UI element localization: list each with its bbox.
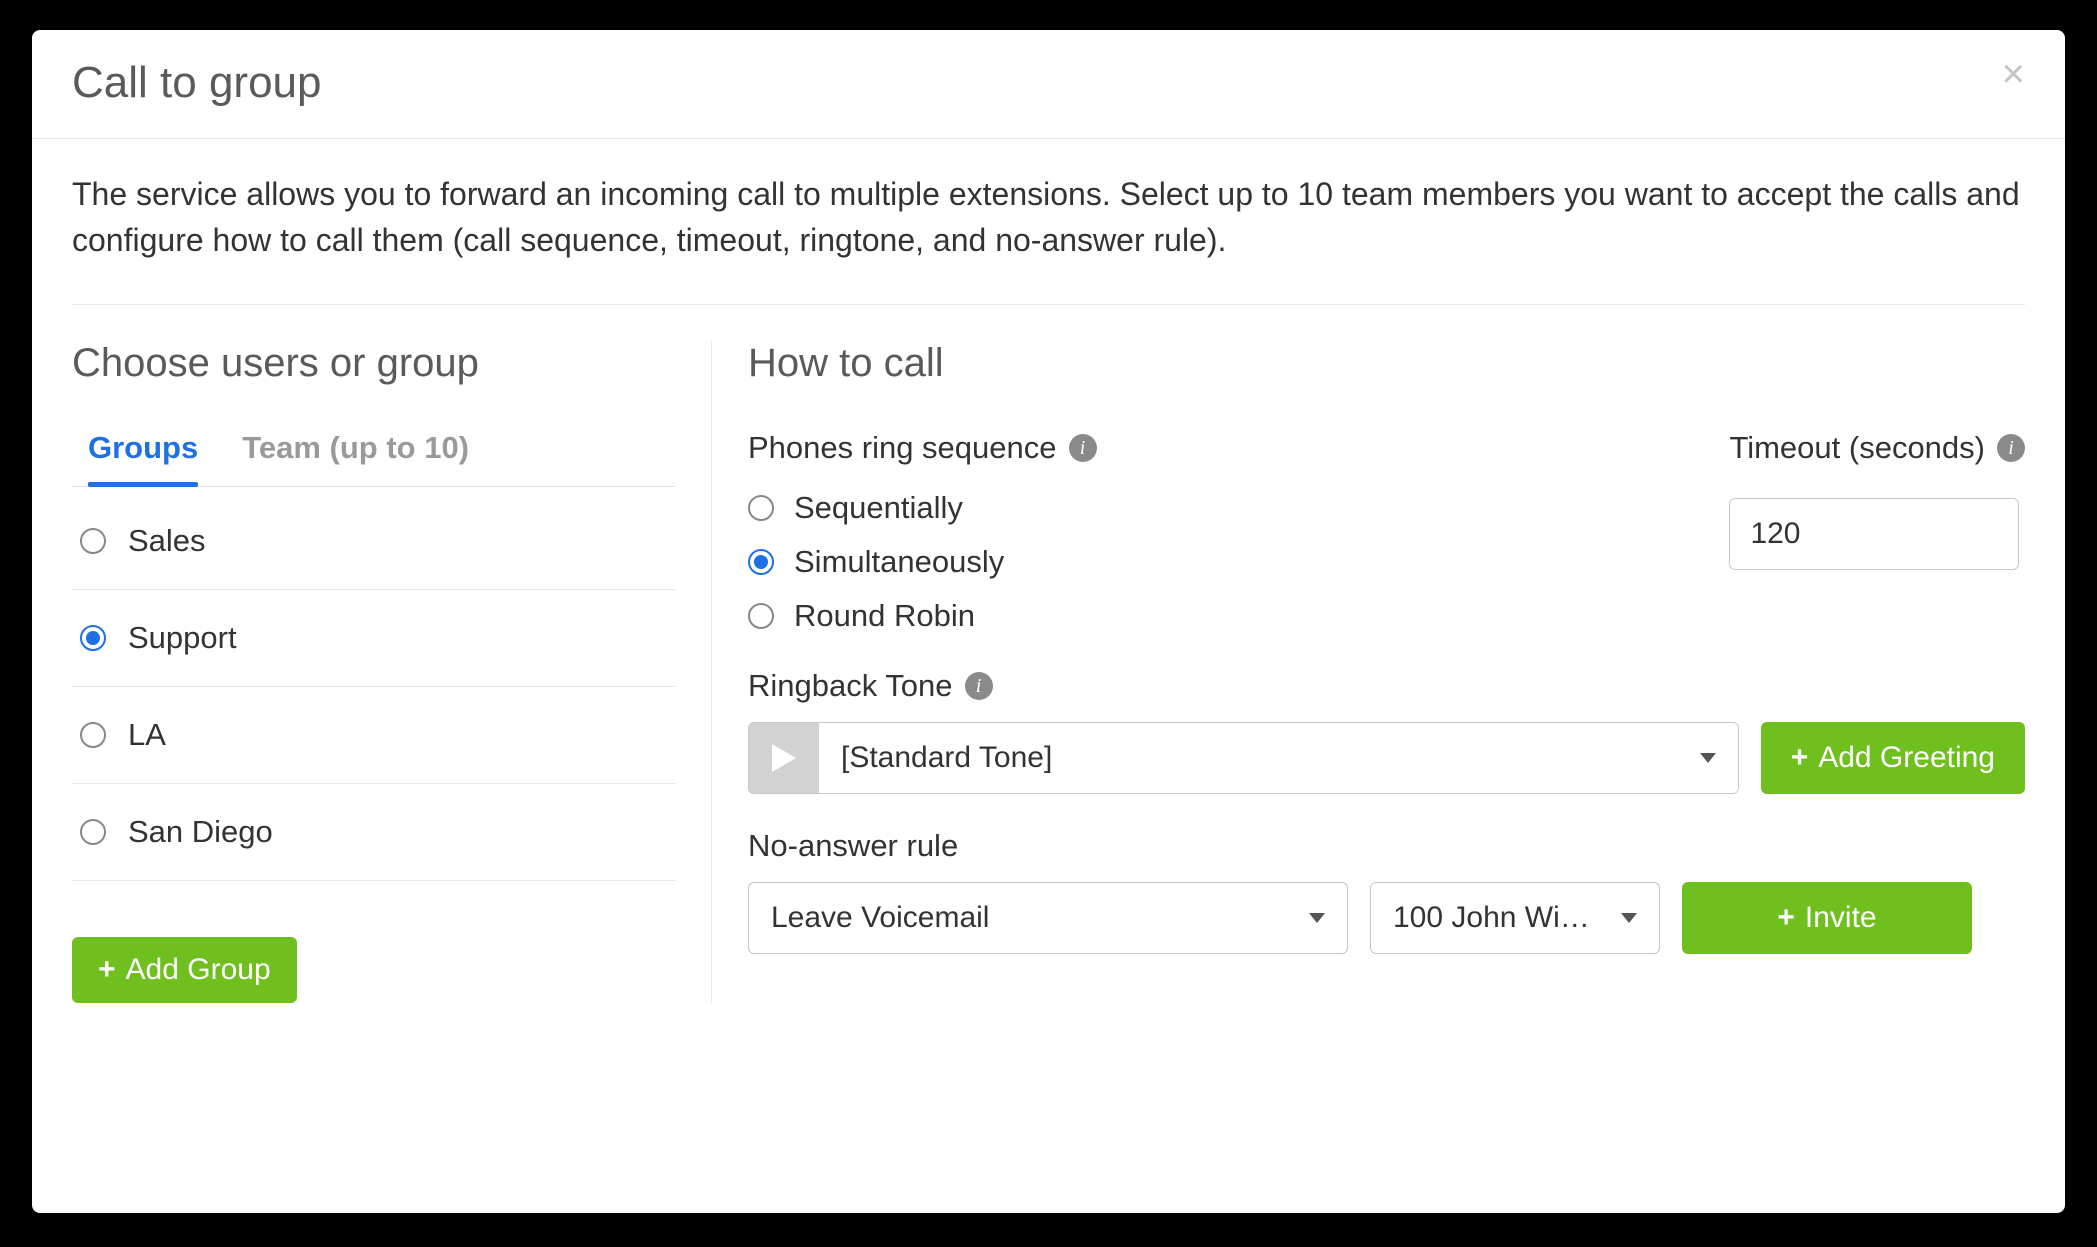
add-greeting-button[interactable]: + Add Greeting [1761,722,2025,794]
timeout-label: Timeout (seconds) i [1729,430,2025,466]
radio-icon [80,625,106,651]
info-icon[interactable]: i [1997,434,2025,462]
no-answer-label: No-answer rule [748,828,2025,864]
modal-body: The service allows you to forward an inc… [32,139,2065,1043]
call-to-group-modal: Call to group × The service allows you t… [32,30,2065,1213]
sequence-option-simultaneously[interactable]: Simultaneously [748,544,1097,580]
group-item-support[interactable]: Support [72,590,675,687]
group-item-la[interactable]: LA [72,687,675,784]
how-to-call-panel: How to call Phones ring sequence i Seque… [712,341,2025,1003]
group-label: Sales [128,523,206,559]
radio-icon [80,528,106,554]
modal-header: Call to group × [32,30,2065,139]
add-group-button[interactable]: + Add Group [72,937,297,1003]
no-answer-rule-select[interactable]: Leave Voicemail [748,882,1348,954]
choose-users-heading: Choose users or group [72,341,675,386]
radio-icon [748,603,774,629]
plus-icon: + [1777,903,1795,933]
play-icon [772,744,796,772]
group-item-sales[interactable]: Sales [72,493,675,590]
info-icon[interactable]: i [1069,434,1097,462]
group-label: San Diego [128,814,273,850]
ring-sequence-block: Phones ring sequence i Sequentially [748,430,1097,668]
ringback-label: Ringback Tone i [748,668,2025,704]
close-icon[interactable]: × [2002,54,2025,94]
chevron-down-icon [1309,913,1325,923]
tab-groups[interactable]: Groups [88,430,198,486]
chevron-down-icon [1700,753,1716,763]
radio-icon [748,495,774,521]
how-to-call-heading: How to call [748,341,2025,386]
invite-button[interactable]: + Invite [1682,882,1972,954]
ring-sequence-options: Sequentially Simultaneously Round Robin [748,490,1097,634]
group-label: LA [128,717,166,753]
sequence-option-sequentially[interactable]: Sequentially [748,490,1097,526]
ringback-select-group: [Standard Tone] [748,722,1739,794]
timeout-input[interactable] [1729,498,2019,570]
group-label: Support [128,620,237,656]
user-group-tabs: Groups Team (up to 10) [72,430,675,487]
play-button[interactable] [749,723,819,793]
timeout-block: Timeout (seconds) i [1729,430,2025,668]
group-list: Sales Support LA San Diego [72,493,675,881]
plus-icon: + [1791,743,1809,773]
choose-users-panel: Choose users or group Groups Team (up to… [72,341,712,1003]
radio-icon [748,549,774,575]
sequence-option-round-robin[interactable]: Round Robin [748,598,1097,634]
modal-description: The service allows you to forward an inc… [72,171,2025,305]
modal-title: Call to group [72,58,321,108]
tab-team[interactable]: Team (up to 10) [242,430,469,486]
radio-icon [80,722,106,748]
chevron-down-icon [1621,913,1637,923]
plus-icon: + [98,955,116,985]
group-item-san-diego[interactable]: San Diego [72,784,675,881]
info-icon[interactable]: i [965,672,993,700]
ringback-select[interactable]: [Standard Tone] [819,723,1738,793]
add-group-label: Add Group [126,955,271,985]
ring-sequence-label: Phones ring sequence i [748,430,1097,466]
no-answer-extension-select[interactable]: 100 John Wi… [1370,882,1660,954]
radio-icon [80,819,106,845]
